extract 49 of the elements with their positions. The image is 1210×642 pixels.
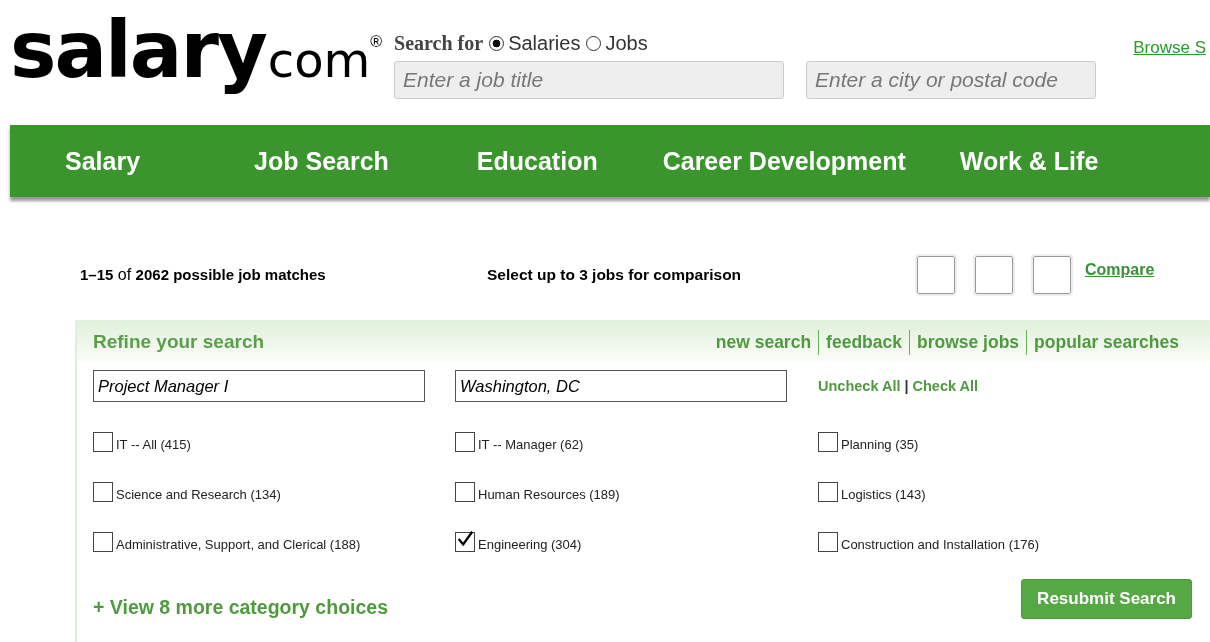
nav-item[interactable]: Job Search (254, 146, 389, 176)
salary-logo[interactable]: salarycom® (10, 2, 383, 100)
compare-link[interactable]: Compare (1085, 261, 1155, 279)
nav-item[interactable]: Salary (65, 146, 141, 176)
header-link[interactable]: browse jobs (908, 329, 1027, 355)
results-summary: 1–15 of 2062 possible job matches (80, 266, 327, 284)
separator: | (904, 378, 909, 394)
checkbox[interactable] (818, 432, 838, 452)
radio-button[interactable] (489, 36, 505, 51)
checkbox[interactable] (93, 432, 113, 452)
job-title-field[interactable]: Project Manager I (93, 370, 425, 402)
uncheck-all-link[interactable]: Uncheck All (818, 378, 901, 394)
location-field[interactable]: Washington, DC (455, 370, 787, 402)
checkbox[interactable] (93, 482, 113, 502)
nav-item[interactable]: Education (476, 146, 598, 176)
search-for-label: Search for (394, 32, 484, 55)
check-all-link[interactable]: Check All (912, 378, 979, 394)
header-link[interactable]: new search (708, 329, 819, 355)
category-label[interactable]: Science and Research (134) (116, 487, 281, 502)
more-categories-link[interactable]: + View 8 more category choices (93, 596, 388, 619)
category-label[interactable]: Administrative, Support, and Clerical (188) (116, 537, 361, 552)
header-link[interactable]: popular searches (1026, 329, 1186, 355)
compare-slot[interactable] (975, 256, 1013, 294)
resubmit-button[interactable]: Resubmit Search (1021, 578, 1192, 619)
checkbox[interactable] (455, 432, 475, 452)
job-title-field[interactable]: Enter a job title (394, 61, 785, 99)
nav-item[interactable]: Work & Life (959, 146, 1099, 176)
location-field[interactable]: Enter a city or postal code (806, 61, 1097, 99)
category-label[interactable]: Engineering (304) (478, 537, 582, 552)
browse-link[interactable]: Browse S (1133, 38, 1210, 58)
compare-slot[interactable] (917, 256, 955, 294)
checkbox[interactable] (818, 482, 838, 502)
category-label[interactable]: IT -- Manager (62) (478, 437, 584, 452)
refine-title: Refine your search (93, 331, 265, 353)
nav-item[interactable]: Career Development (662, 146, 906, 176)
compare-hint: Select up to 3 jobs for comparison (487, 266, 743, 284)
radio-label[interactable]: Jobs (605, 32, 648, 55)
category-label[interactable]: Construction and Installation (176) (841, 537, 1039, 552)
radio-label[interactable]: Salaries (508, 32, 581, 55)
checkbox[interactable] (818, 532, 838, 552)
checkbox[interactable] (455, 532, 475, 552)
checkbox[interactable] (455, 482, 475, 502)
category-label[interactable]: Logistics (143) (841, 487, 926, 502)
compare-slot[interactable] (1033, 256, 1071, 294)
category-label[interactable]: Human Resources (189) (478, 487, 620, 502)
checkbox[interactable] (93, 532, 113, 552)
header-link[interactable]: feedback (818, 329, 909, 355)
category-label[interactable]: IT -- All (415) (116, 437, 191, 452)
category-label[interactable]: Planning (35) (841, 437, 919, 452)
